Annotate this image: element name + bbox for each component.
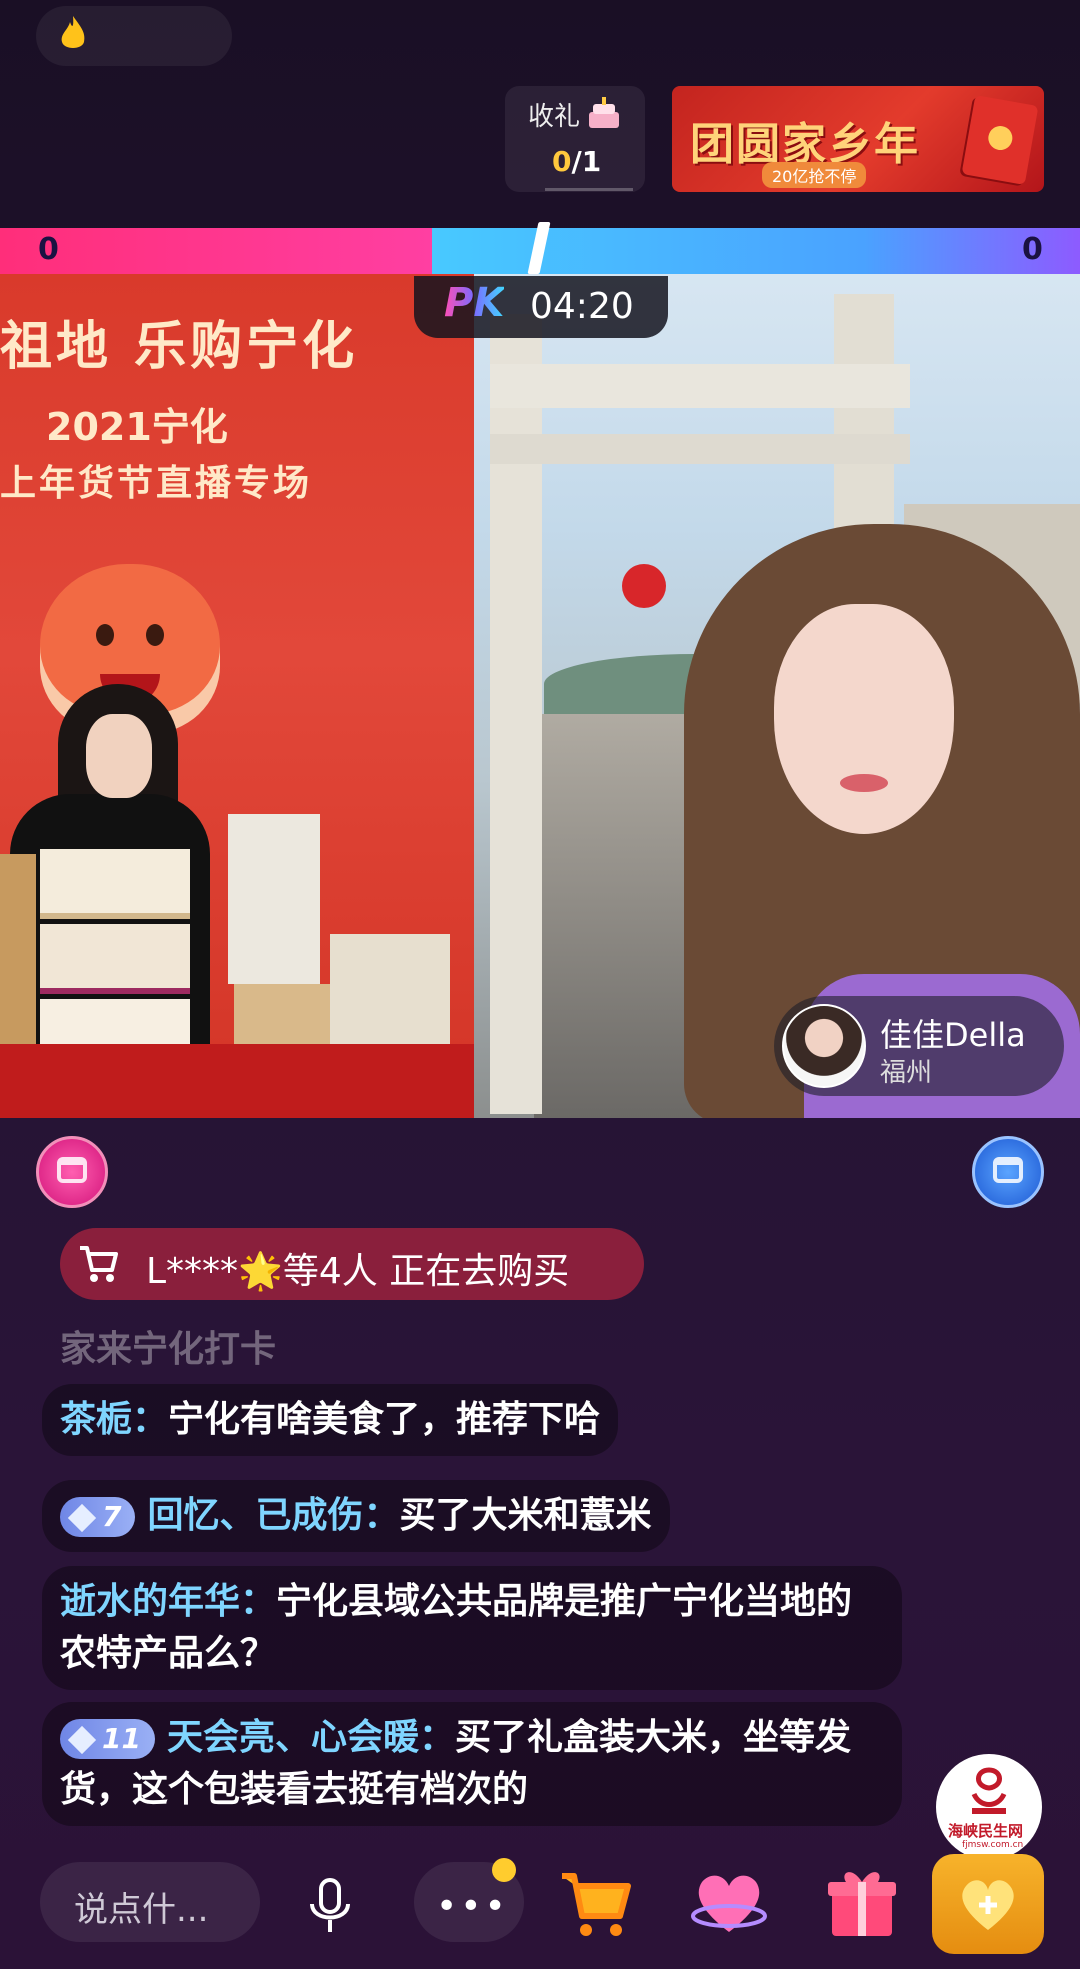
chat-message: 茶栀：宁化有啥美食了，推荐下哈 <box>42 1384 619 1456</box>
promo-banner[interactable]: 团圆家乡年 20亿抢不停 <box>672 86 1044 192</box>
left-seat-button[interactable] <box>36 1136 108 1208</box>
streamer-lips <box>840 774 888 792</box>
product-box <box>228 814 320 984</box>
product-box <box>40 849 190 919</box>
table-cloth <box>0 1044 474 1118</box>
pk-score-right: 0 <box>1022 232 1043 267</box>
notification-dot <box>492 1858 516 1882</box>
ox-eye <box>146 624 164 646</box>
chat-message-faded: 家来宁化打卡 <box>60 1329 277 1370</box>
diamond-icon <box>67 1725 97 1755</box>
backdrop-festival: 上年货节直播专场 <box>0 463 313 504</box>
cake-icon <box>589 97 619 128</box>
purchase-notice: L****🌟等4人 正在去购买 <box>60 1228 644 1300</box>
host-video-left[interactable]: 祖地 乐购宁化 2021宁化 上年货节直播专场 <box>0 274 474 1118</box>
diamond-icon <box>67 1503 97 1533</box>
backdrop-year: 2021宁化 <box>46 405 228 449</box>
purchase-notice-text: L****🌟等4人 正在去购买 <box>146 1251 570 1292</box>
right-seat-button[interactable] <box>972 1136 1044 1208</box>
opponent-city: 福州 <box>880 1058 933 1088</box>
pk-score-left: 0 <box>38 232 59 267</box>
like-heart-icon[interactable] <box>690 1864 768 1942</box>
archway-beam <box>490 434 910 464</box>
gift-progress: 0/1 <box>552 145 601 178</box>
gift-current: 0 <box>552 145 572 178</box>
comment-input[interactable]: 说点什... <box>40 1862 260 1942</box>
red-envelope-icon <box>961 95 1039 185</box>
archway-beam <box>490 364 910 408</box>
streamer-face <box>774 604 954 834</box>
watermark-emblem-icon <box>971 1767 1007 1814</box>
chat-message: 7 回忆、已成伤：买了大米和薏米 <box>42 1480 670 1552</box>
product-box <box>40 924 190 994</box>
pk-countdown: 04:20 <box>530 286 634 327</box>
ox-eye <box>96 624 114 646</box>
chat-username[interactable]: 茶栀： <box>60 1399 168 1440</box>
gift-total: /1 <box>571 145 602 178</box>
chat-text: 宁化有啥美食了，推荐下哈 <box>168 1399 601 1440</box>
red-lantern <box>622 564 666 608</box>
chat-text: 买了大米和薏米 <box>399 1495 652 1536</box>
cart-icon <box>80 1246 118 1282</box>
host-face <box>86 714 152 798</box>
comment-placeholder: 说点什... <box>74 1890 209 1930</box>
follow-heart-button[interactable] <box>932 1854 1044 1954</box>
user-level-badge: 7 <box>60 1497 136 1537</box>
product-box <box>0 854 36 1044</box>
chat-username[interactable]: 回忆、已成伤： <box>147 1495 399 1536</box>
flame-icon <box>61 16 85 48</box>
banner-subtitle: 20亿抢不停 <box>762 162 867 188</box>
gift-box-icon[interactable] <box>824 1864 900 1940</box>
heart-plus-icon <box>962 1880 1014 1930</box>
sofa-icon <box>993 1157 1023 1183</box>
site-watermark-logo: 海峡民生网 fjmsw.com.cn <box>936 1754 1042 1860</box>
watermark-url: fjmsw.com.cn <box>962 1840 1024 1850</box>
more-dots-icon: ••• <box>436 1886 509 1927</box>
watermark-text: 海峡民生网 <box>948 1822 1024 1840</box>
chat-message: 逝水的年华：宁化县域公共品牌是推广宁化当地的农特产品么？ <box>42 1566 902 1690</box>
gift-divider <box>545 188 633 191</box>
chat-username[interactable]: 天会亮、心会暖： <box>167 1717 455 1758</box>
chat-username[interactable]: 逝水的年华： <box>60 1581 276 1622</box>
chat-message: 11 天会亮、心会暖：买了礼盒装大米，坐等发货，这个包装看去挺有档次的 <box>42 1702 902 1826</box>
user-level: 11 <box>102 1722 141 1755</box>
pk-logo: PK <box>444 280 505 326</box>
sofa-icon <box>57 1157 87 1183</box>
user-level-badge: 11 <box>60 1719 155 1759</box>
opponent-info-pill[interactable]: 佳佳Della 福州 <box>774 996 1064 1096</box>
opponent-name: 佳佳Della <box>880 1016 1026 1054</box>
opponent-avatar[interactable] <box>782 1004 866 1088</box>
pk-timer-badge: PK 04:20 <box>414 276 668 338</box>
gift-receive-label: 收礼 <box>528 102 581 132</box>
microphone-icon[interactable] <box>300 1876 360 1936</box>
backdrop-headline: 祖地 乐购宁化 <box>0 317 359 377</box>
user-level: 7 <box>102 1500 122 1533</box>
opponent-video-right[interactable]: 佳佳Della 福州 <box>474 274 1080 1118</box>
shopping-cart-icon[interactable] <box>558 1866 634 1942</box>
